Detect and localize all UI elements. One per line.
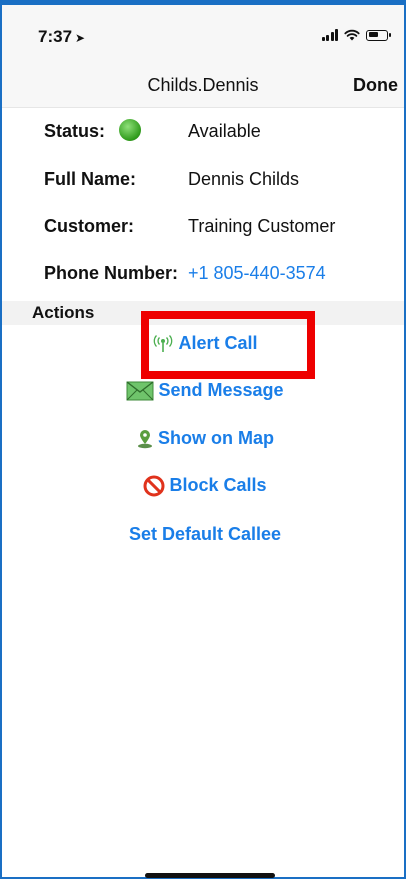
phone-number-link[interactable]: +1 805-440-3574: [188, 263, 326, 284]
time-text: 7:37: [38, 27, 73, 46]
status-time: 7:37 ➤: [38, 27, 85, 47]
nav-bar: Childs.Dennis Done: [2, 61, 404, 108]
customer-label: Customer:: [44, 216, 135, 236]
actions-header-label: Actions: [32, 303, 95, 322]
phone-label: Phone Number:: [44, 263, 179, 283]
customer-value: Training Customer: [188, 216, 336, 236]
status-label: Status:: [44, 121, 106, 141]
block-calls-label: Block Calls: [169, 475, 267, 495]
location-arrow-icon: ➤: [75, 31, 86, 45]
envelope-icon: [126, 381, 154, 401]
phone-row: Phone Number: +1 805-440-3574: [44, 263, 326, 284]
map-pin-icon: [138, 430, 152, 449]
show-on-map-button[interactable]: Show on Map: [2, 428, 408, 449]
status-indicator-icon: [119, 119, 141, 141]
send-message-button[interactable]: Send Message: [2, 380, 408, 401]
wifi-icon: [344, 29, 360, 41]
customer-row: Customer: Training Customer: [44, 216, 335, 237]
status-bar: 7:37 ➤: [2, 5, 404, 61]
home-indicator[interactable]: [145, 873, 275, 878]
full-name-value: Dennis Childs: [188, 169, 300, 189]
system-icons: [321, 29, 391, 41]
status-row: Status: Available: [44, 119, 261, 142]
phone-frame: 7:37 ➤ Childs.Dennis Done Status: Availab…: [0, 0, 406, 879]
status-value: Available: [188, 121, 261, 141]
show-on-map-label: Show on Map: [158, 428, 274, 448]
done-button[interactable]: Done: [353, 75, 398, 96]
signal-icon: [321, 29, 338, 41]
send-message-label: Send Message: [158, 380, 284, 400]
set-default-callee-button[interactable]: Set Default Callee: [2, 524, 408, 545]
page-title: Childs.Dennis: [147, 75, 259, 95]
full-name-row: Full Name: Dennis Childs: [44, 169, 299, 190]
full-name-label: Full Name:: [44, 169, 137, 189]
battery-icon: [366, 29, 391, 41]
block-icon: [143, 475, 165, 497]
block-calls-button[interactable]: Block Calls: [2, 475, 408, 497]
set-default-callee-label: Set Default Callee: [128, 524, 282, 544]
highlight-box: [141, 311, 315, 379]
